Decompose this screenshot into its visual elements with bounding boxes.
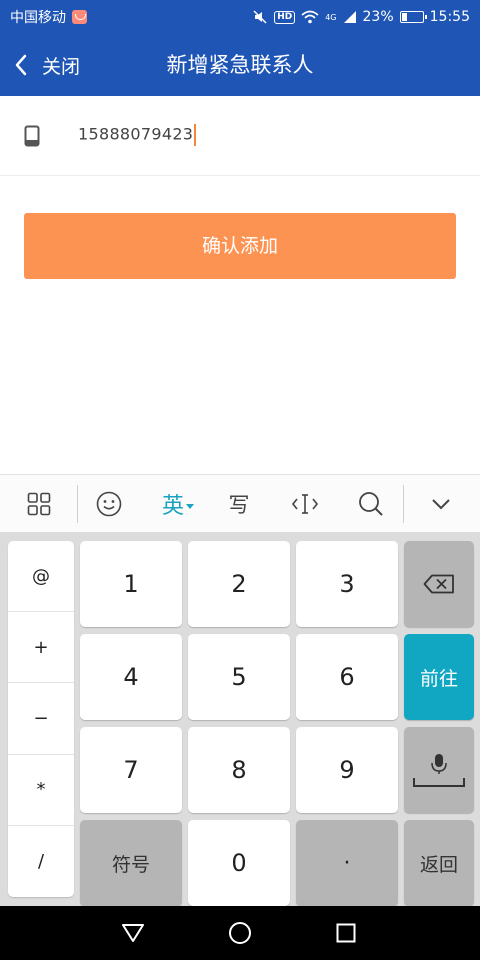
phone-number-input[interactable]: 15888079423 [78,124,196,146]
smiley-icon [96,491,122,517]
digit-key-4[interactable]: 4 [80,634,182,720]
nav-back-button[interactable] [103,906,163,960]
symbol-key[interactable]: / [8,826,74,897]
grid-icon [27,492,51,516]
phone-number-value: 15888079423 [78,124,194,144]
caret-down-icon [186,503,194,509]
digit-key-7[interactable]: 7 [80,727,182,813]
hd-badge: HD [274,10,296,24]
symbol-key[interactable]: + [8,612,74,684]
digit-key-6[interactable]: 6 [296,634,398,720]
microphone-icon [413,754,465,787]
keyboard-toolbar: 英 写 [0,474,480,532]
digit-key-9[interactable]: 9 [296,727,398,813]
search-icon [359,492,383,516]
numeric-keyboard: @ + − * / 1 2 3 4 5 6 前往 7 8 9 符号 0 · 返回 [0,532,480,906]
clock: 15:55 [429,9,470,25]
digit-key-1[interactable]: 1 [80,541,182,627]
symbol-key[interactable]: @ [8,541,74,613]
triangle-back-icon [122,924,144,942]
nav-home-button[interactable] [210,906,270,960]
chevron-down-icon [432,499,450,510]
close-button[interactable]: 关闭 [14,34,80,96]
carrier-name: 中国移动 [10,10,66,26]
emoji-button[interactable] [84,475,134,533]
toolbar-divider [403,485,404,523]
go-key[interactable]: 前往 [404,634,474,720]
phone-input-row[interactable]: 15888079423 [0,96,480,176]
circle-home-icon [229,922,251,944]
return-key[interactable]: 返回 [404,820,474,906]
apps-grid-button[interactable] [14,475,64,533]
wifi-icon [301,10,319,24]
digit-key-8[interactable]: 8 [188,727,290,813]
symbol-key[interactable]: * [8,755,74,826]
mute-icon [253,10,267,24]
symbol-column: @ + − * / [8,541,74,897]
voice-space-key[interactable] [404,727,474,813]
confirm-add-button[interactable]: 确认添加 [24,213,456,279]
language-label: 英 [161,494,184,519]
mobile-phone-icon [24,125,40,147]
battery-icon [399,11,427,23]
language-switch-button[interactable]: 英 [150,475,206,533]
close-label: 关闭 [42,55,81,78]
notification-icon [72,10,87,24]
digit-key-0[interactable]: 0 [188,820,290,906]
digit-key-2[interactable]: 2 [188,541,290,627]
backspace-key[interactable] [404,541,474,627]
network-type: 4G [325,12,337,22]
toolbar-divider [77,485,78,523]
cursor-move-button[interactable] [280,475,330,533]
digit-key-5[interactable]: 5 [188,634,290,720]
hide-keyboard-button[interactable] [416,475,466,533]
status-bar: 中国移动 HD 4G 23% 15:55 [0,0,480,34]
handwriting-button[interactable]: 写 [214,475,264,533]
backspace-icon [423,574,454,594]
text-cursor-icon [291,494,319,514]
text-cursor [194,124,196,146]
battery-percent: 23% [362,9,394,25]
signal-icon [343,11,356,23]
nav-recents-button[interactable] [316,906,376,960]
digit-key-3[interactable]: 3 [296,541,398,627]
system-navigation-bar [0,906,480,960]
chevron-left-icon [15,54,27,76]
search-button[interactable] [346,475,396,533]
symbol-key[interactable]: − [8,683,74,755]
symbols-key[interactable]: 符号 [80,820,182,906]
dot-key[interactable]: · [296,820,398,906]
square-recents-icon [336,923,356,943]
title-bar: 新增紧急联系人 关闭 [0,34,480,96]
